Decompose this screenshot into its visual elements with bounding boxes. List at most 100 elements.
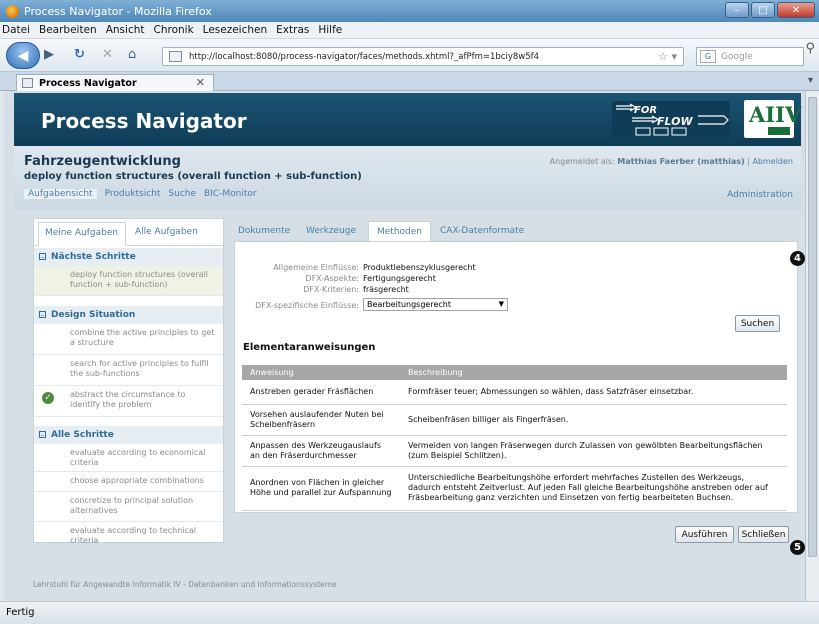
aiiv-logo-text: AIIV	[749, 102, 802, 127]
list-item[interactable]: evaluate according to economical criteri…	[34, 444, 223, 472]
forflow-logo-for: FOR	[634, 105, 657, 116]
callout-badge-4: 4	[790, 251, 805, 266]
vertical-scrollbar[interactable]	[805, 91, 819, 601]
search-button[interactable]: Suchen	[735, 315, 780, 332]
search-input[interactable]: G Google	[696, 47, 804, 66]
navigation-toolbar: ◀ ▶ ↻ ✕ ⌂ http://localhost:8080/process-…	[0, 39, 819, 72]
maximize-icon[interactable]: □	[751, 2, 775, 18]
check-icon: ✓	[42, 392, 54, 404]
column-header-beschreibung[interactable]: Beschreibung	[400, 365, 787, 380]
menu-lesezeichen[interactable]: Lesezeichen	[203, 24, 268, 36]
section-naechste-schritte[interactable]: – Nächste Schritte	[34, 248, 223, 266]
field-label: DFX-Aspekte:	[305, 274, 359, 283]
minimize-icon[interactable]: –	[725, 2, 749, 18]
tab-title: Process Navigator	[39, 77, 137, 89]
tab-close-icon[interactable]: ✕	[196, 76, 205, 89]
view-suche[interactable]: Suche	[168, 189, 196, 199]
tab-alle-aufgaben[interactable]: Alle Aufgaben	[135, 227, 198, 237]
page-footer: Lehrstuhl für Angewandte Informatik IV -…	[33, 580, 337, 589]
table-cell-beschreibung: Formfräser teuer; Abmessungen so wählen,…	[400, 380, 787, 405]
run-button[interactable]: Ausführen	[675, 526, 734, 543]
stop-icon[interactable]: ✕	[102, 47, 113, 62]
forward-icon[interactable]: ▶	[44, 47, 54, 62]
instructions-table: Anweisung Beschreibung Anstreben gerader…	[242, 365, 787, 511]
table-cell-beschreibung: Vermeiden von langen Fräserwegen durch Z…	[400, 435, 787, 467]
section-alle-schritte[interactable]: – Alle Schritte	[34, 426, 223, 444]
select-value: Bearbeitungsgerecht	[367, 300, 451, 309]
menu-hilfe[interactable]: Hilfe	[318, 24, 342, 36]
task-label: choose appropriate combinations	[70, 476, 204, 485]
list-item[interactable]: evaluate according to technical criteria	[34, 522, 223, 545]
table-row[interactable]: Vorsehen auslaufender Nuten bei Scheiben…	[242, 404, 787, 436]
close-button[interactable]: Schließen	[738, 526, 789, 543]
table-cell-beschreibung: Unterschiedliche Bearbeitungshöhe erford…	[400, 466, 787, 511]
task-label: deploy function structures (overall func…	[70, 270, 209, 289]
table-cell-anweisung: Anstreben gerader Frásflächen	[242, 380, 400, 405]
list-item[interactable]: search for active principles to fulfil t…	[34, 355, 223, 386]
browser-tab[interactable]: Process Navigator ✕	[16, 74, 214, 91]
menu-bearbeiten[interactable]: Bearbeiten	[39, 24, 97, 36]
menu-datei[interactable]: Datei	[2, 24, 30, 36]
menu-ansicht[interactable]: Ansicht	[106, 24, 145, 36]
forflow-logo-flow: FLOW	[657, 115, 693, 128]
scrollbar-thumb[interactable]	[808, 97, 817, 557]
section-design-situation[interactable]: – Design Situation	[34, 306, 223, 324]
app-title: Process Navigator	[41, 109, 247, 133]
table-row[interactable]: Anpassen des Werkzeugauslaufs an den Frä…	[242, 435, 787, 467]
home-icon[interactable]: ⌂	[128, 47, 136, 62]
view-produktsicht[interactable]: Produktsicht	[105, 189, 161, 199]
list-item[interactable]: concretize to principal solution alterna…	[34, 492, 223, 522]
administration-link[interactable]: Administration	[727, 190, 793, 200]
view-aufgabensicht[interactable]: Aufgabensicht	[24, 189, 97, 199]
task-label: search for active principles to fulfil t…	[70, 359, 209, 378]
tab-dokumente[interactable]: Dokumente	[238, 226, 290, 236]
view-bic-monitor[interactable]: BIC-Monitor	[204, 189, 257, 199]
main-tabs: Dokumente Werkzeuge Methoden CAX-Datenfo…	[234, 218, 780, 242]
list-item[interactable]: combine the active principles to get a s…	[34, 324, 223, 355]
field-label: DFX-Kriterien:	[303, 285, 359, 294]
tab-meine-aufgaben[interactable]: Meine Aufgaben	[38, 222, 126, 246]
field-value: fräsgerecht	[363, 285, 409, 294]
reload-icon[interactable]: ↻	[74, 47, 85, 62]
aiiv-logo-strip	[768, 127, 790, 135]
logout-link[interactable]: Abmelden	[752, 157, 793, 166]
tab-cax-datenformate[interactable]: CAX-Datenformate	[440, 226, 524, 236]
forflow-logo: FOR FLOW	[612, 101, 730, 137]
status-text: Fertig	[6, 607, 35, 618]
collapse-icon[interactable]: –	[39, 311, 46, 319]
login-label: Angemeldet als:	[549, 157, 615, 166]
section-title: Alle Schritte	[51, 430, 114, 440]
login-separator: |	[747, 157, 750, 166]
section-elementaranweisungen: Elementaranweisungen	[243, 342, 376, 353]
address-bar[interactable]: http://localhost:8080/process-navigator/…	[162, 47, 684, 66]
tab-methoden[interactable]: Methoden	[368, 221, 431, 242]
task-label: evaluate according to economical criteri…	[70, 448, 206, 467]
field-label: DFX-spezifische Einflüsse:	[255, 301, 359, 310]
tab-strip: Process Navigator ✕ ▾	[0, 72, 819, 91]
table-header-row: Anweisung Beschreibung	[242, 365, 787, 380]
list-item[interactable]: ✓ abstract the circumstance to identify …	[34, 386, 223, 417]
collapse-icon[interactable]: –	[39, 431, 46, 439]
menu-extras[interactable]: Extras	[276, 24, 309, 36]
google-icon[interactable]: G	[700, 50, 716, 63]
chevron-down-icon: ▼	[498, 300, 504, 308]
sidebar-tabs: Meine Aufgaben Alle Aufgaben	[34, 219, 223, 246]
menu-chronik[interactable]: Chronik	[154, 24, 194, 36]
tab-favicon	[22, 78, 33, 88]
table-row[interactable]: Anordnen von Flächen in gleicher Höhe un…	[242, 466, 787, 511]
list-item[interactable]: choose appropriate combinations	[34, 472, 223, 492]
dfx-select[interactable]: Bearbeitungsgerecht ▼	[363, 298, 508, 311]
search-placeholder: Google	[721, 51, 753, 62]
list-item[interactable]: deploy function structures (overall func…	[34, 266, 223, 296]
tab-list-icon[interactable]: ▾	[808, 75, 813, 86]
magnifier-icon[interactable]: ⚲	[805, 41, 815, 56]
bookmark-star-icon[interactable]: ☆ ▾	[658, 50, 677, 63]
back-button[interactable]: ◀	[6, 42, 40, 69]
tab-werkzeuge[interactable]: Werkzeuge	[306, 226, 356, 236]
status-bar: Fertig	[0, 601, 819, 624]
close-window-icon[interactable]: ✕	[777, 2, 815, 18]
column-header-anweisung[interactable]: Anweisung	[242, 365, 400, 380]
collapse-icon[interactable]: –	[39, 253, 46, 261]
url-text: http://localhost:8080/process-navigator/…	[189, 51, 540, 62]
table-row[interactable]: Anstreben gerader Frásflächen Formfräser…	[242, 380, 787, 405]
